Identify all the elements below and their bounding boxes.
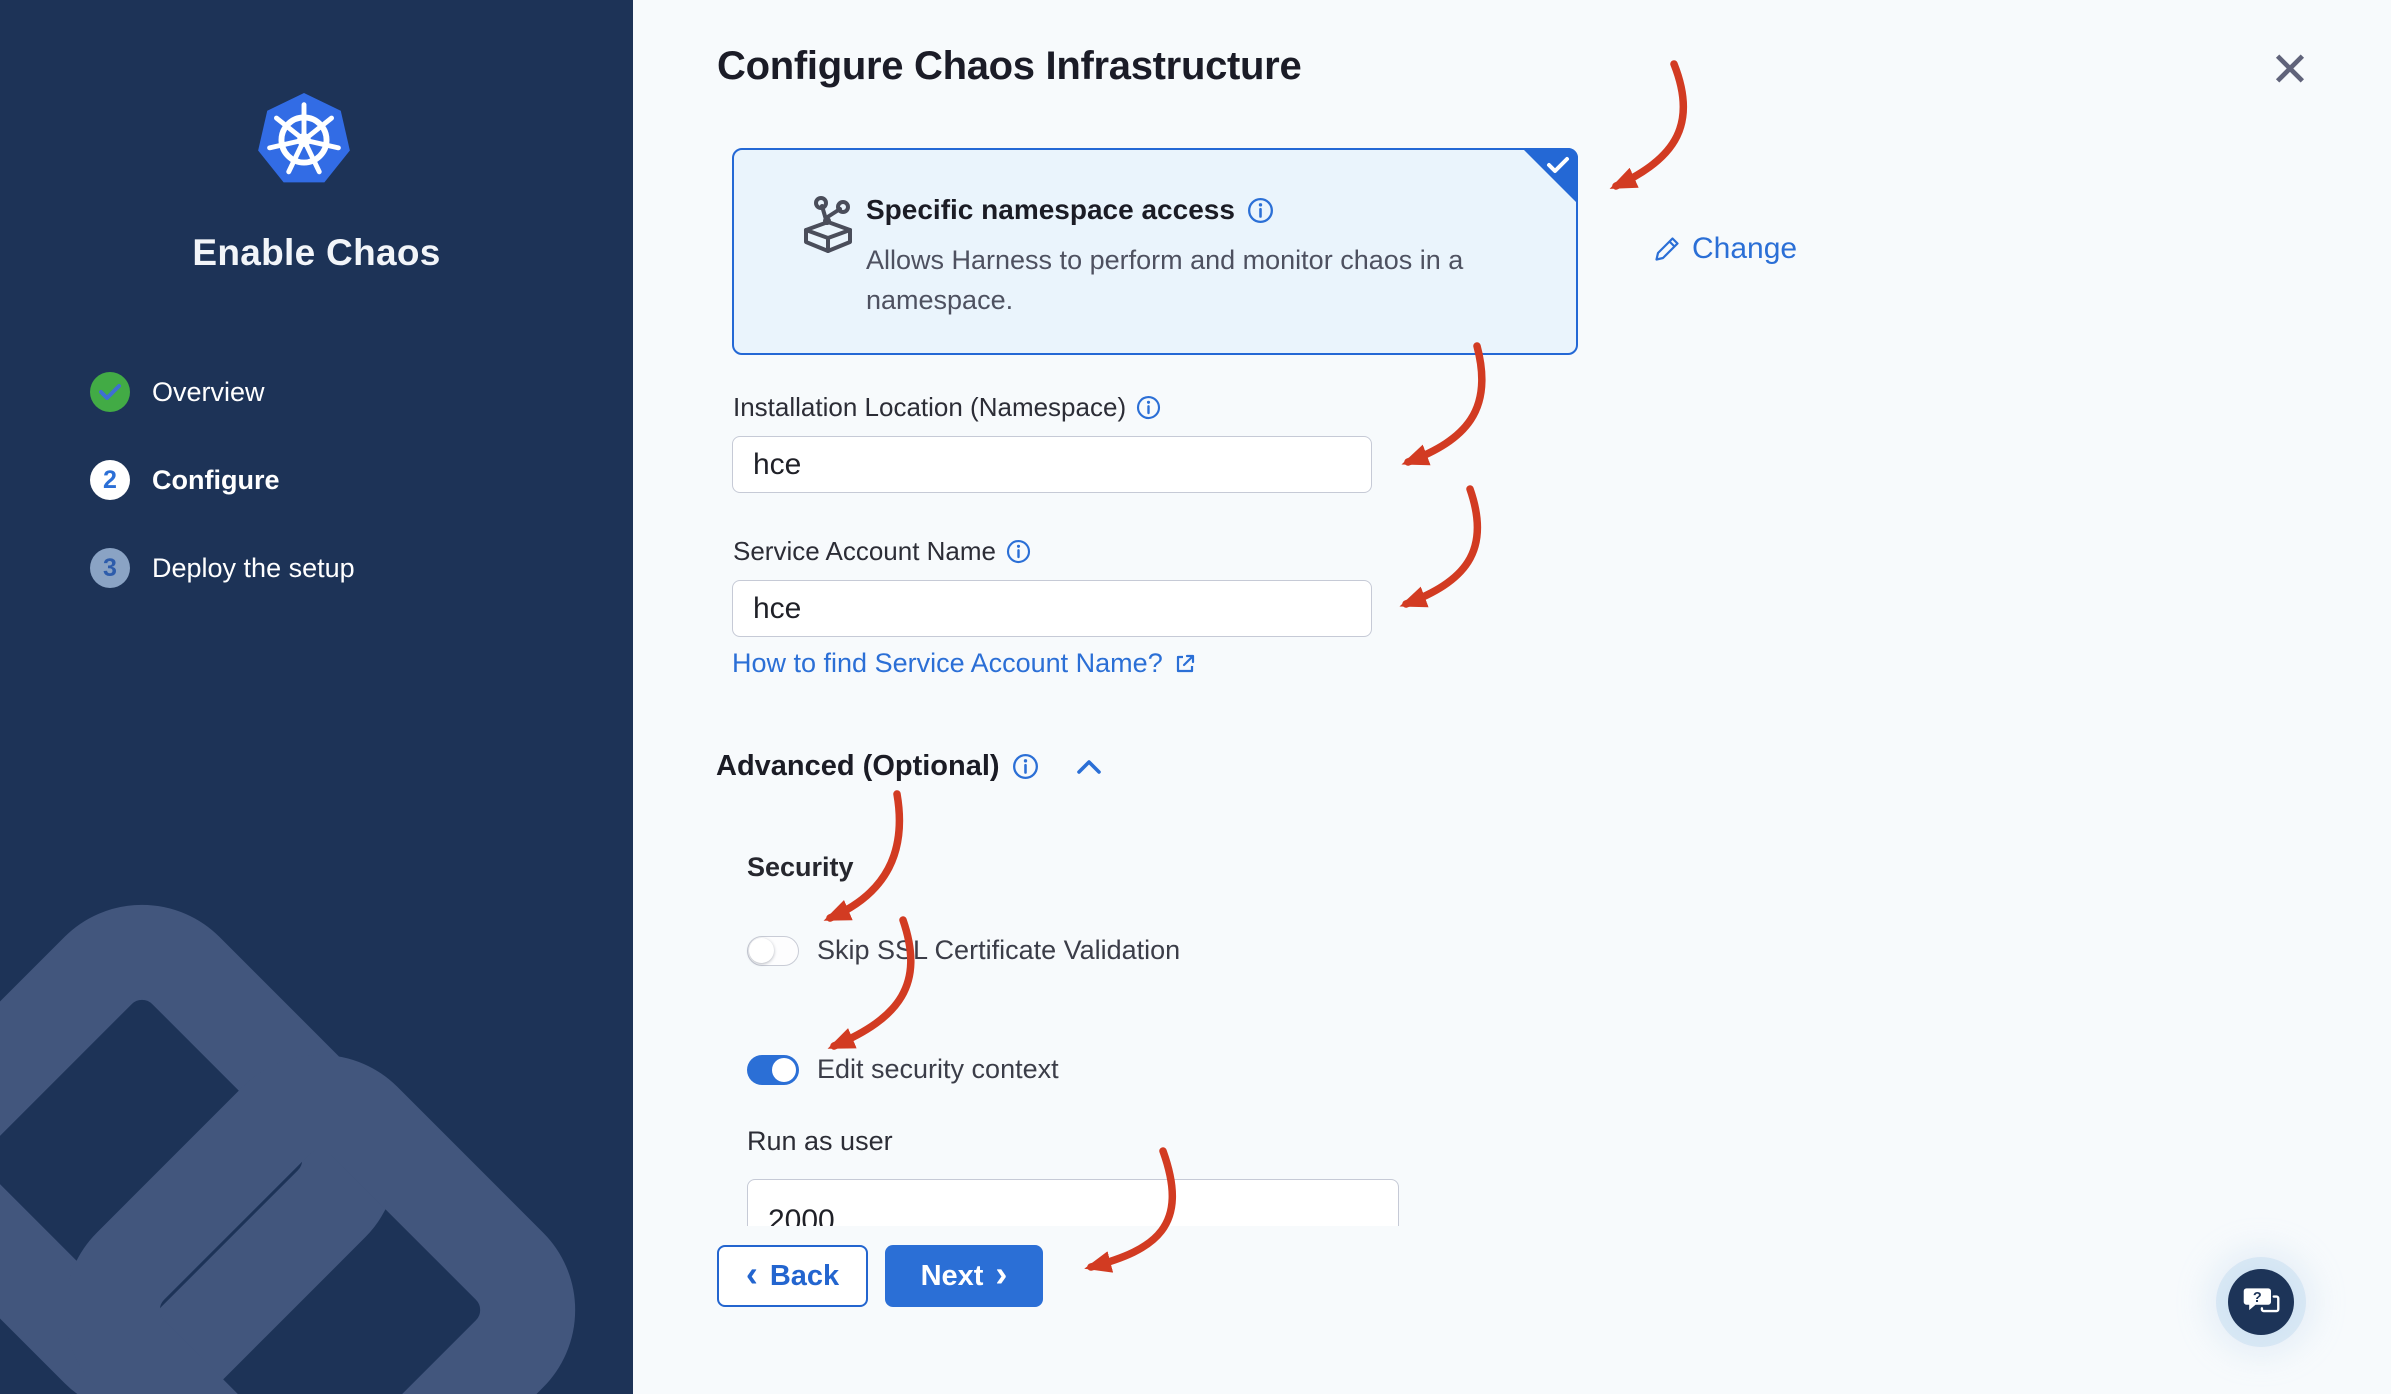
security-section-label: Security (747, 852, 854, 882)
step-number-badge: 2 (90, 460, 130, 500)
svg-text:?: ? (2253, 1290, 2262, 1306)
wizard-title: Enable Chaos (192, 232, 441, 273)
access-mode-title: Specific namespace access (866, 194, 1235, 225)
change-link[interactable]: Change (1652, 232, 1797, 266)
skip-ssl-toggle[interactable] (747, 935, 799, 966)
close-icon[interactable]: ✕ (2260, 40, 2320, 100)
next-button[interactable]: Next › (885, 1245, 1043, 1307)
step-configure[interactable]: 2 Configure (90, 460, 355, 500)
step-number-badge: 3 (90, 548, 130, 588)
arrow-to-namespace-input (1401, 342, 1486, 466)
service-account-input[interactable] (732, 580, 1372, 637)
namespace-field-label: Installation Location (Namespace) (733, 392, 1161, 423)
wizard-sidebar: Enable Chaos Overview 2 Configure 3 Depl… (0, 0, 633, 1394)
step-overview[interactable]: Overview (90, 372, 355, 412)
skip-ssl-toggle-row: Skip SSL Certificate Validation (747, 935, 1180, 966)
run-as-user-label: Run as user (747, 1126, 893, 1156)
info-icon[interactable] (1006, 539, 1031, 564)
namespace-input[interactable] (732, 436, 1372, 493)
pencil-icon (1655, 237, 1679, 261)
advanced-label: Advanced (Optional) (716, 750, 1000, 782)
change-label: Change (1692, 232, 1798, 265)
selected-corner-badge (1522, 148, 1578, 204)
access-mode-description: Allows Harness to perform and monitor ch… (866, 245, 1464, 315)
run-as-user-input[interactable] (747, 1179, 1399, 1226)
chat-question-icon: ? (2243, 1288, 2280, 1313)
namespace-access-card[interactable]: Specific namespace access Allows Harness… (732, 148, 1578, 355)
help-chat-button[interactable]: ? (2228, 1269, 2294, 1335)
kubernetes-logo-icon (258, 92, 350, 183)
skip-ssl-label: Skip SSL Certificate Validation (817, 935, 1181, 965)
back-button[interactable]: ‹ Back (717, 1245, 868, 1307)
step-label: Deploy the setup (152, 552, 355, 583)
edit-security-context-toggle-row: Edit security context (747, 1054, 1059, 1085)
service-account-help-link[interactable]: How to find Service Account Name? (732, 648, 1197, 679)
step-deploy-the-setup[interactable]: 3 Deploy the setup (90, 548, 355, 588)
step-complete-check-icon (90, 372, 130, 412)
harness-watermark (0, 904, 576, 1394)
arrow-to-card-corner (1609, 60, 1688, 190)
namespace-icon (804, 196, 852, 253)
step-label: Overview (152, 376, 265, 407)
advanced-section-header: Advanced (Optional) (716, 750, 1103, 783)
arrow-to-service-account-input (1399, 485, 1482, 608)
configure-chaos-dialog: Enable Chaos Overview 2 Configure 3 Depl… (0, 0, 2391, 1394)
chevron-up-icon[interactable] (1075, 757, 1103, 777)
external-link-icon (1176, 654, 1194, 672)
info-icon[interactable] (1012, 753, 1039, 780)
run-as-user-clip (747, 1179, 1399, 1226)
info-icon[interactable] (1247, 197, 1274, 224)
chevron-left-icon: ‹ (745, 1253, 758, 1294)
service-account-field-label: Service Account Name (733, 536, 1031, 567)
wizard-steps: Overview 2 Configure 3 Deploy the setup (90, 372, 355, 636)
page-title: Configure Chaos Infrastructure (717, 44, 1302, 88)
edit-security-context-toggle[interactable] (747, 1054, 799, 1085)
info-icon[interactable] (1136, 395, 1161, 420)
edit-security-context-label: Edit security context (817, 1054, 1059, 1084)
chevron-right-icon: › (995, 1253, 1008, 1294)
step-label: Configure (152, 464, 280, 495)
